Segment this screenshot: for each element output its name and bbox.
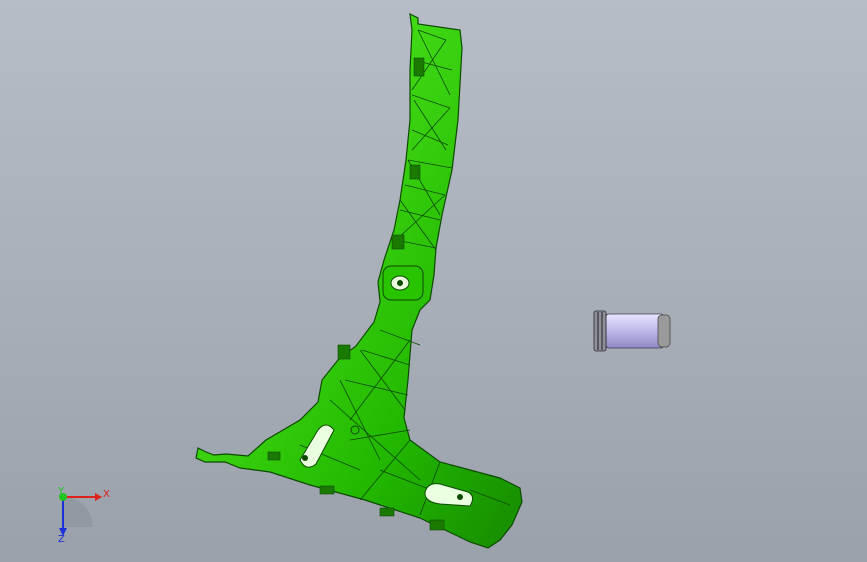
coordinate-triad: X Y Z bbox=[57, 486, 110, 545]
x-axis-arrow bbox=[95, 493, 102, 501]
cylinder-flange bbox=[593, 310, 607, 352]
z-axis-label: Z bbox=[58, 534, 65, 545]
mounting-boss-upper bbox=[382, 265, 424, 301]
triad-shadow bbox=[63, 497, 93, 527]
bracket-body[interactable] bbox=[195, 12, 523, 549]
cylinder-cap bbox=[657, 314, 671, 348]
bracket-part[interactable] bbox=[195, 12, 523, 549]
cylinder-body[interactable] bbox=[605, 313, 665, 349]
cylinder-part[interactable] bbox=[593, 310, 671, 352]
x-axis-label: X bbox=[103, 489, 110, 500]
3d-viewport[interactable]: X Y Z bbox=[0, 0, 867, 562]
y-axis-label: Y bbox=[57, 486, 65, 497]
